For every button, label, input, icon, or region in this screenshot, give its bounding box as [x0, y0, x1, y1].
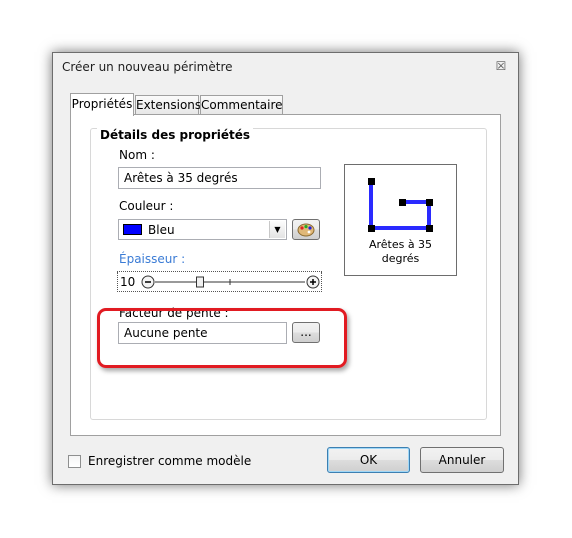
- name-field[interactable]: Arêtes à 35 degrés: [118, 167, 321, 189]
- save-template-label: Enregistrer comme modèle: [88, 454, 252, 468]
- color-value: Bleu: [148, 223, 175, 237]
- thickness-slider[interactable]: [140, 274, 322, 290]
- name-label: Nom :: [119, 148, 155, 162]
- ok-button[interactable]: OK: [327, 447, 410, 473]
- group-title: Détails des propriétés: [97, 128, 254, 142]
- tab-extensions[interactable]: Extensions: [135, 95, 201, 115]
- window-title: Créer un nouveau périmètre: [62, 60, 233, 74]
- preview-caption: Arêtes à 35 degrés: [345, 238, 456, 266]
- cancel-button[interactable]: Annuler: [420, 447, 504, 473]
- perimeter-preview-icon: [368, 178, 433, 232]
- dialog-window: Créer un nouveau périmètre ☒ Propriétés …: [52, 52, 519, 485]
- tab-panel-proprietes: Détails des propriétés Nom : Arêtes à 35…: [70, 114, 501, 436]
- color-palette-button[interactable]: [292, 219, 320, 240]
- color-label: Couleur :: [119, 199, 174, 213]
- color-swatch: [123, 224, 142, 235]
- chevron-down-icon[interactable]: ▼: [269, 221, 285, 238]
- highlight-frame: [97, 308, 347, 368]
- shape-preview: Arêtes à 35 degrés: [344, 164, 457, 276]
- tab-proprietes[interactable]: Propriétés: [70, 93, 134, 116]
- palette-icon: [297, 223, 315, 237]
- close-icon[interactable]: ☒: [492, 58, 510, 74]
- preview-caption-line2: degrés: [381, 252, 420, 265]
- title-bar[interactable]: Créer un nouveau périmètre ☒: [53, 53, 518, 80]
- preview-caption-line1: Arêtes à 35: [368, 238, 433, 251]
- tab-commentaire[interactable]: Commentaire: [200, 95, 283, 115]
- color-select[interactable]: Bleu ▼: [118, 219, 287, 240]
- thickness-label: Épaisseur :: [119, 252, 186, 266]
- thickness-value: 10: [120, 275, 136, 289]
- save-template-checkbox[interactable]: [68, 455, 81, 468]
